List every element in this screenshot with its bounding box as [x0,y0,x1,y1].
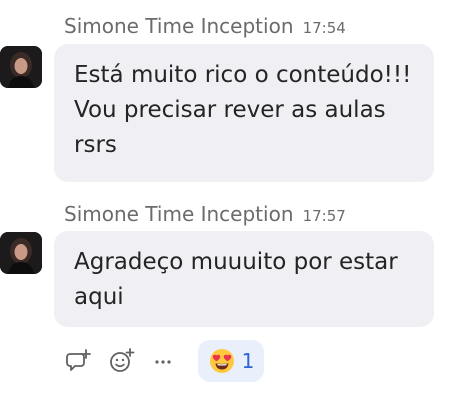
sender-name: Simone Time Inception [64,202,294,226]
message-header: Simone Time Inception 17:54 [64,14,346,38]
more-options-button[interactable] [148,346,178,376]
reaction-count: 1 [241,349,255,373]
avatar-photo-icon [0,46,42,88]
reply-button[interactable] [64,346,94,376]
message-line: Está muito rico o conteúdo!!! [74,62,412,88]
message-bubble: Agradeço muuuito por estar aqui [54,231,434,327]
message-actions: 1 [0,340,451,382]
chat-thread: Simone Time Inception 17:54 Está muito r… [0,0,451,403]
avatar[interactable] [0,46,42,88]
message-line: aqui [74,284,124,310]
avatar-photo-icon [0,232,42,274]
message-line: Vou precisar rever as aulas [74,97,386,123]
add-emoji-icon [110,348,135,372]
reaction-chip[interactable]: 1 [198,340,264,382]
more-options-icon [155,360,171,364]
add-reaction-button[interactable] [107,346,137,376]
message-line: Agradeço muuuito por estar [74,249,398,275]
message-time: 17:57 [302,207,346,225]
reply-in-thread-icon [66,349,91,371]
message-header: Simone Time Inception 17:57 [64,202,346,226]
message-bubble: Está muito rico o conteúdo!!! Vou precis… [54,44,434,182]
message-line: rsrs [74,132,117,158]
heart-eyes-emoji-icon [209,349,234,373]
avatar[interactable] [0,232,42,274]
message-time: 17:54 [302,19,346,37]
sender-name: Simone Time Inception [64,14,294,38]
